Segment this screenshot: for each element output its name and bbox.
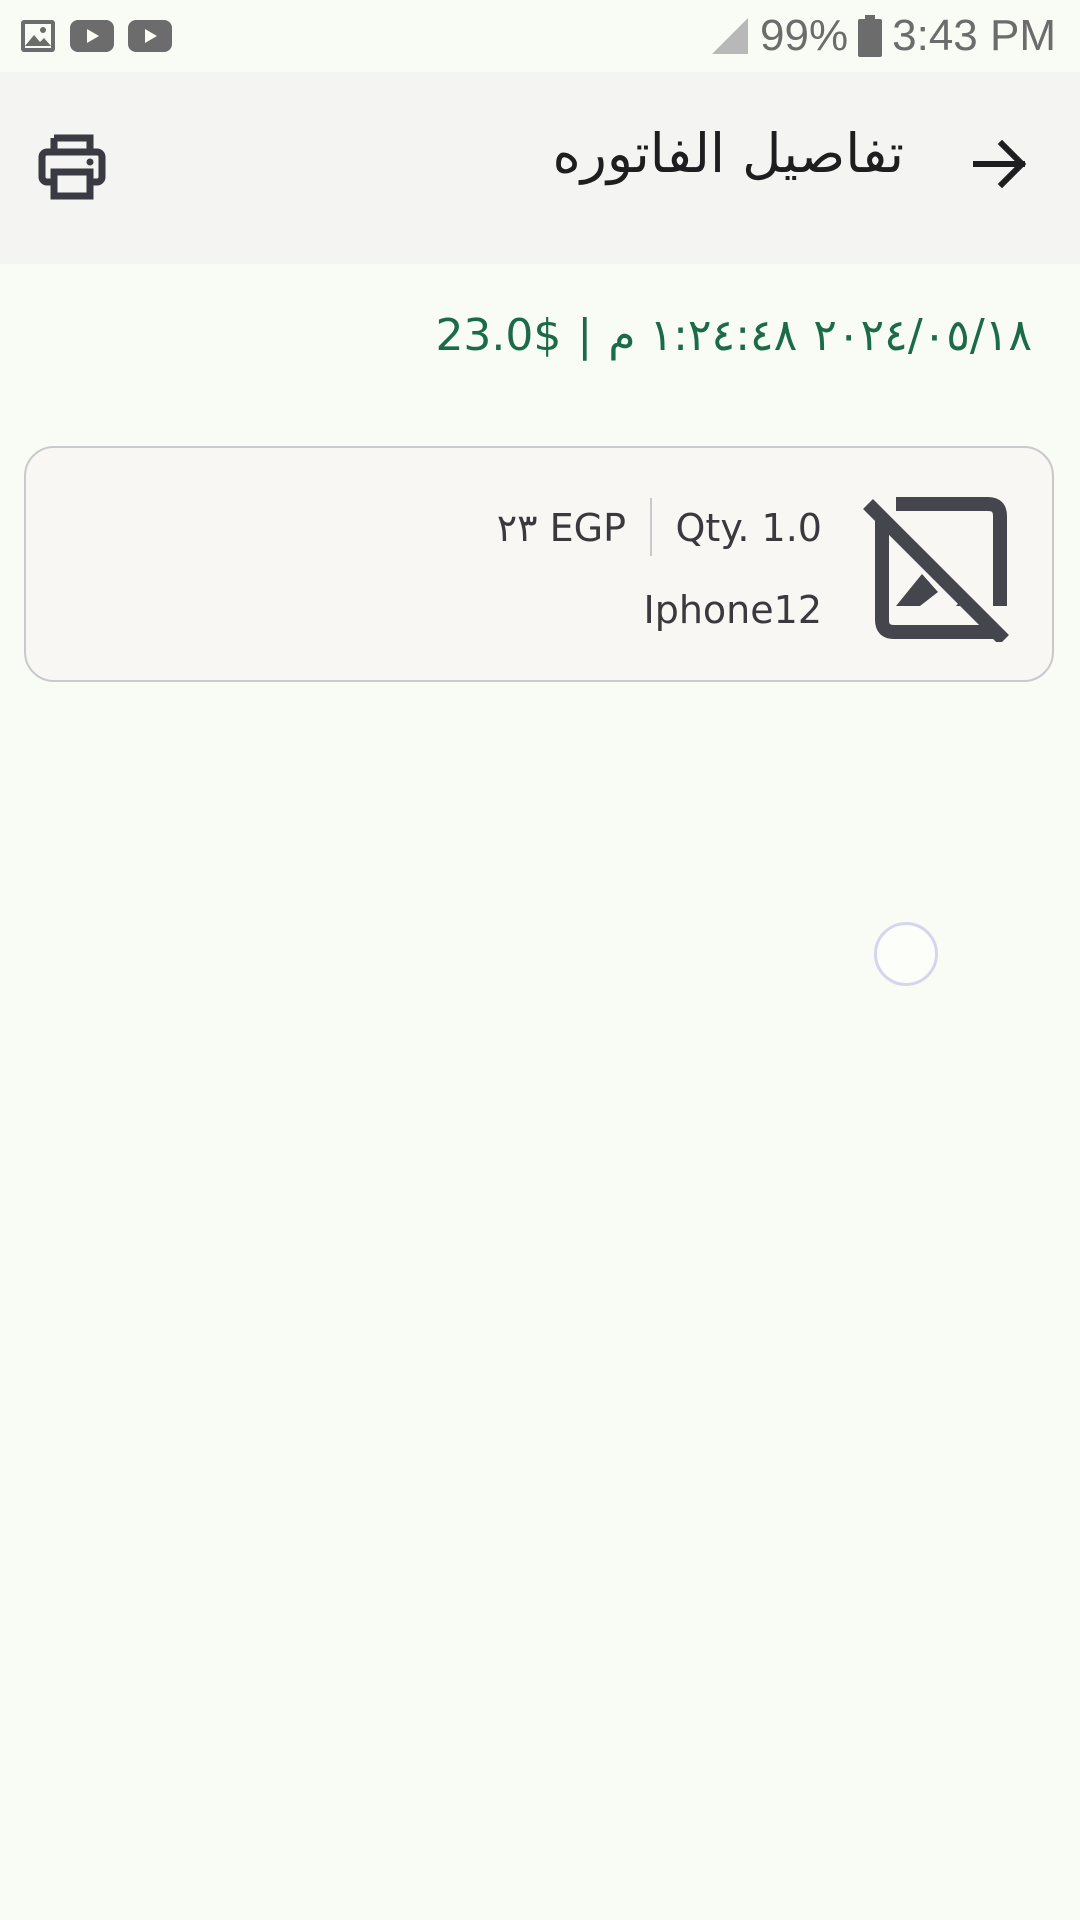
summary-separator: |	[577, 310, 593, 361]
item-price: ٢٣ EGP	[496, 506, 626, 550]
item-quantity: Qty. 1.0	[675, 506, 822, 550]
invoice-summary: ٢٠٢٤/٠٥/١٨ ١:٢٤:٤٨ م | 23.0$	[435, 310, 1032, 361]
print-button[interactable]	[38, 134, 106, 200]
touch-indicator	[874, 922, 938, 986]
youtube-icon	[70, 20, 114, 52]
cellular-signal-icon	[712, 18, 749, 54]
arrow-right-icon	[973, 139, 1027, 189]
clock: 3:43 PM	[892, 11, 1056, 60]
item-image	[860, 494, 1010, 645]
invoice-time: ١:٢٤:٤٨ م	[608, 310, 798, 361]
youtube-icon	[128, 20, 172, 52]
invoice-item-card[interactable]: Qty. 1.0 ٢٣ EGP Iphone12	[24, 446, 1054, 682]
battery-icon	[858, 15, 883, 57]
back-button[interactable]	[968, 132, 1032, 196]
gallery-icon	[21, 20, 55, 52]
invoice-date: ٢٠٢٤/٠٥/١٨	[813, 310, 1032, 361]
battery-percent: 99%	[760, 11, 849, 60]
item-divider	[650, 498, 652, 556]
status-indicators: 99% 3:43 PM	[710, 8, 1056, 64]
invoice-total: 23.0$	[435, 310, 562, 361]
item-name: Iphone12	[643, 588, 822, 632]
app-bar: تفاصيل الفاتوره	[0, 72, 1080, 264]
status-bar: 99% 3:43 PM	[0, 0, 1080, 72]
notification-icons	[20, 16, 172, 56]
image-not-supported-icon	[863, 497, 1009, 645]
printer-icon	[38, 134, 106, 200]
page-title: تفاصيل الفاتوره	[552, 122, 904, 185]
